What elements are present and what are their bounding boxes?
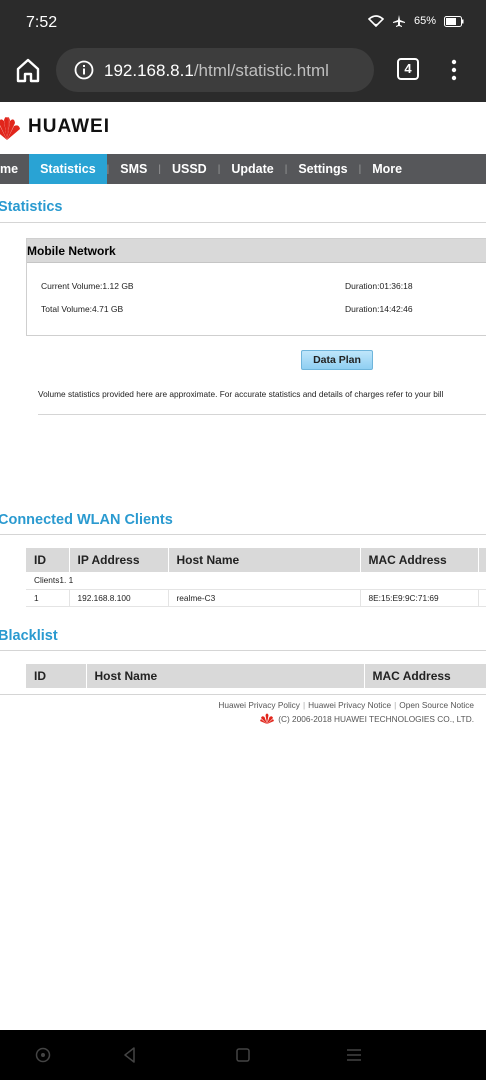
volume-note: Volume statistics provided here are appr… <box>38 389 444 399</box>
footer: Huawei Privacy Policy | Huawei Privacy Not… <box>218 700 474 724</box>
info-icon[interactable] <box>74 60 94 80</box>
clients-count: Clients1. 1 <box>26 572 486 590</box>
nav-item-more[interactable]: More <box>361 154 413 184</box>
url-path: /html/statistic.html <box>193 61 329 80</box>
divider <box>0 534 486 535</box>
statistics-title: Statistics <box>0 199 63 215</box>
privacy-notice-link[interactable]: Huawei Privacy Notice <box>308 700 391 710</box>
assistant-icon[interactable] <box>34 1046 52 1064</box>
column-header-extra <box>478 548 486 572</box>
data-plan-button[interactable]: Data Plan <box>301 350 373 370</box>
huawei-small-logo-icon <box>260 713 275 724</box>
table-header-row: ID IP Address Host Name MAC Address <box>26 548 486 572</box>
footer-links: Huawei Privacy Policy | Huawei Privacy Not… <box>218 700 474 710</box>
open-source-link[interactable]: Open Source Notice <box>399 700 474 710</box>
table-header-row: ID Host Name MAC Address <box>26 664 486 688</box>
column-header-ip: IP Address <box>69 548 169 572</box>
huawei-flower-icon <box>0 117 20 140</box>
footer-separator: | <box>302 700 306 710</box>
airplane-icon <box>392 15 405 27</box>
home-icon[interactable] <box>14 56 42 84</box>
nav-item-home[interactable]: me <box>0 154 29 184</box>
url-host: 192.168.8.1 <box>104 61 194 80</box>
home-nav-icon[interactable] <box>234 1046 252 1064</box>
client-id: 1 <box>26 589 70 607</box>
column-header-id: ID <box>26 664 87 688</box>
url-text: 192.168.8.1/html/statistic.html <box>104 61 329 81</box>
column-header-mac: MAC Address <box>364 664 486 688</box>
divider <box>0 694 486 695</box>
recents-icon[interactable] <box>345 1046 363 1064</box>
divider <box>0 222 486 223</box>
battery-percent: 65% <box>413 15 436 27</box>
client-ip: 192.168.8.100 <box>69 589 169 607</box>
copyright-text: (C) 2006-2018 HUAWEI TECHNOLOGIES CO., L… <box>278 713 474 724</box>
main-nav: me Statistics | SMS | USSD | Update | Se… <box>0 154 486 184</box>
nav-item-statistics[interactable]: Statistics <box>29 154 107 184</box>
system-nav-bar <box>0 1030 486 1080</box>
table-row: Clients1. 1 <box>26 572 486 590</box>
nav-item-sms[interactable]: SMS <box>109 154 158 184</box>
current-volume: Current Volume:1.12 GB <box>41 281 134 291</box>
blacklist-title: Blacklist <box>0 628 58 644</box>
wifi-icon <box>367 15 384 27</box>
wlan-clients-title: Connected WLAN Clients <box>0 512 173 528</box>
wlan-clients-table: ID IP Address Host Name MAC Address Clie… <box>26 548 486 607</box>
status-time: 7:52 <box>26 14 58 31</box>
divider <box>38 414 486 415</box>
back-icon[interactable] <box>121 1046 139 1064</box>
current-duration: Duration:01:36:18 <box>345 281 413 291</box>
nav-item-ussd[interactable]: USSD <box>161 154 218 184</box>
client-host: realme-C3 <box>168 589 361 607</box>
tab-switcher-button[interactable]: 4 <box>397 58 419 80</box>
column-header-mac: MAC Address <box>360 548 479 572</box>
status-bar: 7:52 65% <box>0 0 486 44</box>
mobile-network-panel: Mobile Network Current Volume:1.12 GB Du… <box>26 238 486 336</box>
footer-separator: | <box>394 700 397 710</box>
blacklist-table: ID Host Name MAC Address <box>26 664 486 688</box>
overflow-menu-icon[interactable] <box>444 58 464 82</box>
privacy-policy-link[interactable]: Huawei Privacy Policy <box>218 700 300 710</box>
browser-toolbar: 192.168.8.1/html/statistic.html 4 <box>0 44 486 102</box>
column-header-id: ID <box>26 548 70 572</box>
table-row: 1 192.168.8.100 realme-C3 8E:15:E9:9C:71… <box>26 589 486 607</box>
client-extra <box>478 589 486 607</box>
nav-item-update[interactable]: Update <box>220 154 284 184</box>
huawei-logo: HUAWEI <box>0 112 110 142</box>
column-header-host: Host Name <box>86 664 365 688</box>
address-bar[interactable]: 192.168.8.1/html/statistic.html <box>56 48 374 92</box>
mobile-network-heading: Mobile Network <box>27 239 486 263</box>
total-duration: Duration:14:42:46 <box>345 304 413 314</box>
copyright: (C) 2006-2018 HUAWEI TECHNOLOGIES CO., L… <box>218 713 474 724</box>
web-page: HUAWEI me Statistics | SMS | USSD | Upda… <box>0 102 486 1030</box>
divider <box>0 650 486 651</box>
column-header-host: Host Name <box>168 548 361 572</box>
battery-icon <box>444 15 464 27</box>
total-volume: Total Volume:4.71 GB <box>41 304 124 314</box>
brand-name: HUAWEI <box>28 116 110 137</box>
nav-item-settings[interactable]: Settings <box>287 154 358 184</box>
status-icons: 65% <box>367 14 464 28</box>
client-mac: 8E:15:E9:9C:71:69 <box>360 589 479 607</box>
